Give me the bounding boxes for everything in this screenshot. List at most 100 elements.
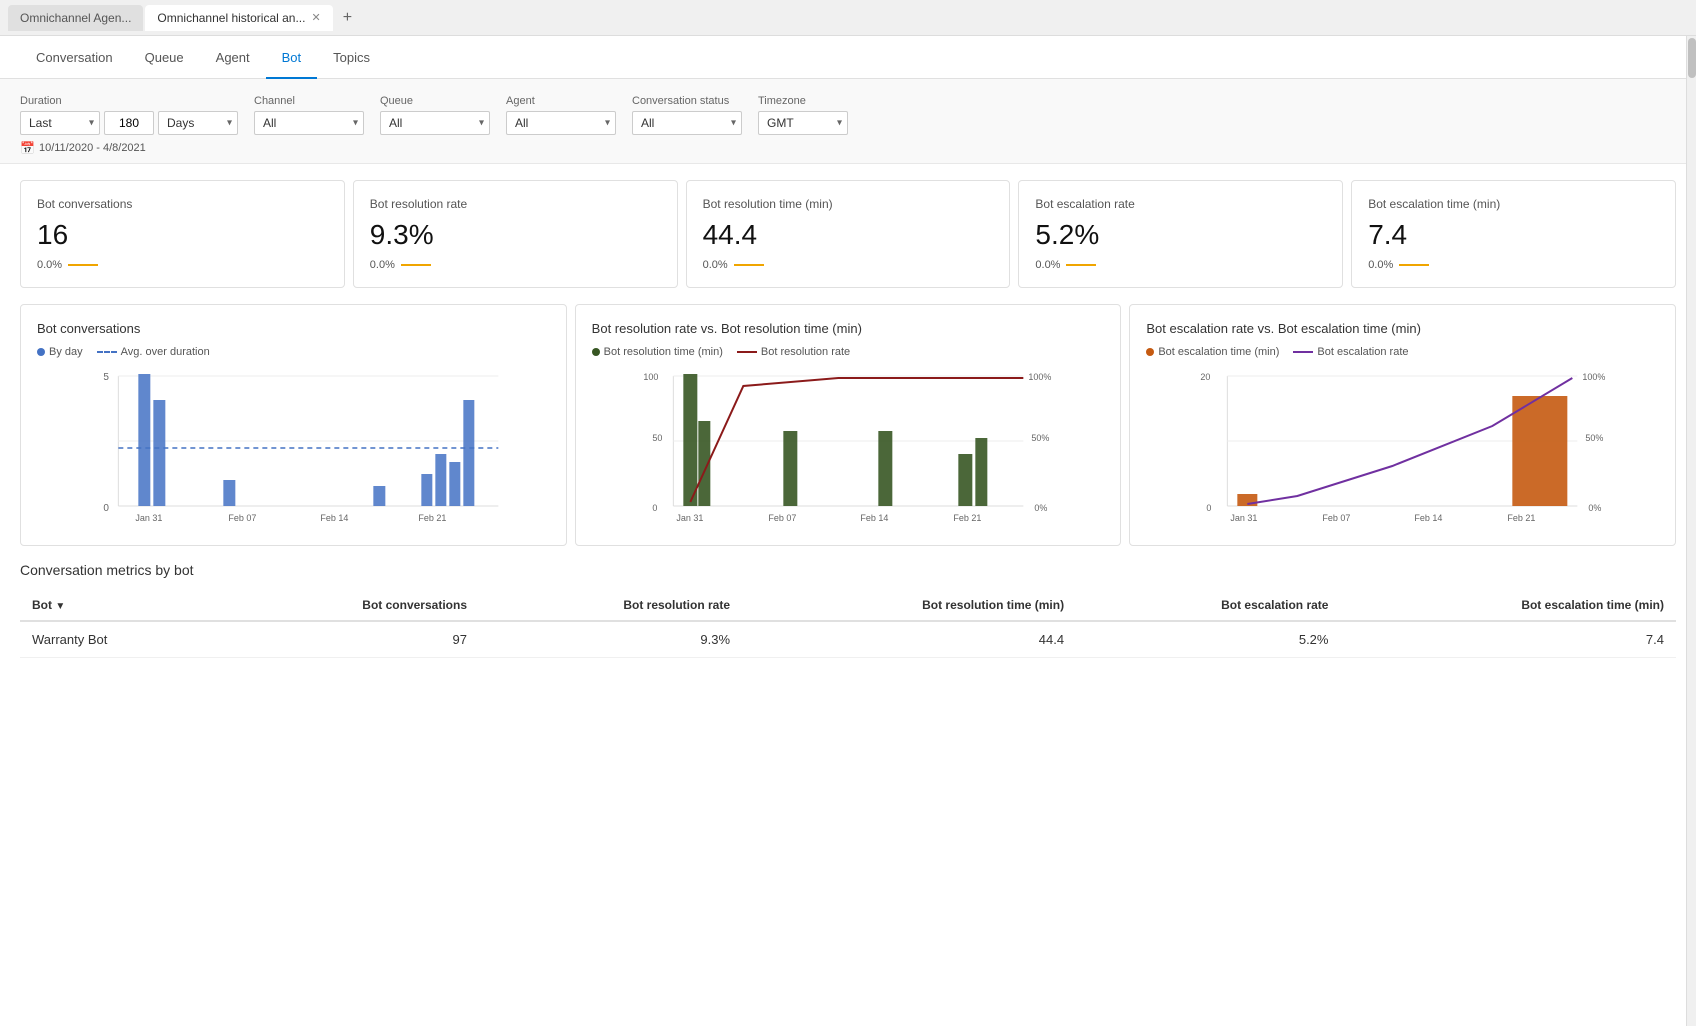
kpi-bot-resolution-time-value: 44.4: [703, 219, 994, 251]
kpi-bot-resolution-time-title: Bot resolution time (min): [703, 197, 994, 211]
table-header: Bot ▼ Bot conversations Bot resolution r…: [20, 590, 1676, 621]
kpi-bot-escalation-time-footer: 0.0%: [1368, 259, 1659, 271]
svg-text:Jan 31: Jan 31: [135, 513, 162, 523]
kpi-bot-escalation-time-value: 7.4: [1368, 219, 1659, 251]
new-tab-button[interactable]: +: [335, 9, 360, 27]
scrollbar-track[interactable]: [1686, 36, 1696, 1026]
conversation-status-select[interactable]: All: [632, 111, 742, 135]
main-content: Conversation Queue Agent Bot Topics Dura…: [0, 36, 1696, 1026]
svg-text:Feb 07: Feb 07: [1323, 513, 1351, 523]
svg-text:Feb 21: Feb 21: [418, 513, 446, 523]
filter-agent-label: Agent: [506, 95, 616, 107]
tab-2[interactable]: Omnichannel historical an... ✕: [145, 5, 332, 31]
scrollbar-thumb[interactable]: [1688, 38, 1696, 78]
filter-channel-label: Channel: [254, 95, 364, 107]
kpi-trend-line-2: [401, 264, 431, 266]
kpi-bot-resolution-rate-value: 9.3%: [370, 219, 661, 251]
legend-resolution-time-dot: Bot resolution time (min): [592, 346, 723, 358]
table-title: Conversation metrics by bot: [20, 562, 1676, 578]
duration-unit-select[interactable]: Days: [158, 111, 238, 135]
filter-queue-label: Queue: [380, 95, 490, 107]
svg-text:Feb 07: Feb 07: [768, 513, 796, 523]
legend-escalation-time-dot: Bot escalation time (min): [1146, 346, 1279, 358]
col-header-escalation-rate: Bot escalation rate: [1076, 590, 1340, 621]
tab-bot[interactable]: Bot: [266, 36, 318, 79]
col-header-resolution-time: Bot resolution time (min): [742, 590, 1076, 621]
kpi-bot-conversations-title: Bot conversations: [37, 197, 328, 211]
legend-escalation-time-color: [1146, 348, 1154, 356]
chart-escalation-rate-time-title: Bot escalation rate vs. Bot escalation t…: [1146, 321, 1659, 336]
queue-wrapper: All: [380, 111, 490, 135]
kpi-bot-resolution-time-trend: 0.0%: [703, 259, 728, 271]
sort-icon-bot[interactable]: ▼: [55, 601, 65, 612]
svg-text:0%: 0%: [1034, 503, 1047, 513]
duration-amount-input[interactable]: [104, 111, 154, 135]
chart-resolution-rate-time-legend: Bot resolution time (min) Bot resolution…: [592, 346, 1105, 358]
filter-agent: Agent All: [506, 95, 616, 135]
svg-text:Feb 21: Feb 21: [1508, 513, 1536, 523]
cell-bot-resolution-rate: 9.3%: [479, 621, 742, 658]
duration-prefix-select[interactable]: Last: [20, 111, 100, 135]
tab-topics[interactable]: Topics: [317, 36, 386, 79]
chart-resolution-rate-time: Bot resolution rate vs. Bot resolution t…: [575, 304, 1122, 546]
col-header-bot: Bot ▼: [20, 590, 220, 621]
chart-bot-conversations-svg: 5 0: [37, 366, 550, 526]
cell-bot-escalation-time: 7.4: [1340, 621, 1676, 658]
svg-text:100%: 100%: [1583, 372, 1606, 382]
filter-duration-label: Duration: [20, 95, 238, 107]
filter-queue: Queue All: [380, 95, 490, 135]
svg-text:Jan 31: Jan 31: [1231, 513, 1258, 523]
svg-text:100: 100: [643, 372, 658, 382]
conversation-status-wrapper: All: [632, 111, 742, 135]
kpi-bot-escalation-rate-footer: 0.0%: [1035, 259, 1326, 271]
tab-conversation[interactable]: Conversation: [20, 36, 129, 79]
svg-text:0: 0: [1207, 503, 1212, 513]
chart-bot-conversations: Bot conversations By day Avg. over durat…: [20, 304, 567, 546]
chart-escalation-rate-time: Bot escalation rate vs. Bot escalation t…: [1129, 304, 1676, 546]
svg-text:0: 0: [103, 503, 109, 514]
svg-text:0%: 0%: [1589, 503, 1602, 513]
metrics-table: Bot ▼ Bot conversations Bot resolution r…: [20, 590, 1676, 658]
tab-1[interactable]: Omnichannel Agen...: [8, 5, 143, 31]
filter-duration-controls: Last Days: [20, 111, 238, 135]
cell-bot-name: Warranty Bot: [20, 621, 220, 658]
kpi-bot-conversations-footer: 0.0%: [37, 259, 328, 271]
tab-agent[interactable]: Agent: [200, 36, 266, 79]
kpi-trend-line-3: [734, 264, 764, 266]
table-row: Warranty Bot 97 9.3% 44.4 5.2% 7.4: [20, 621, 1676, 658]
chart-escalation-rate-time-legend: Bot escalation time (min) Bot escalation…: [1146, 346, 1659, 358]
legend-resolution-time-color: [592, 348, 600, 356]
kpi-bot-resolution-time: Bot resolution time (min) 44.4 0.0%: [686, 180, 1011, 288]
queue-select[interactable]: All: [380, 111, 490, 135]
tab-2-close[interactable]: ✕: [311, 11, 320, 24]
col-header-escalation-time: Bot escalation time (min): [1340, 590, 1676, 621]
date-range-text: 10/11/2020 - 4/8/2021: [39, 142, 146, 154]
legend-avg: Avg. over duration: [97, 346, 210, 358]
svg-text:100%: 100%: [1028, 372, 1051, 382]
legend-resolution-rate-line: Bot resolution rate: [737, 346, 850, 358]
svg-text:20: 20: [1201, 372, 1211, 382]
chart-escalation-svg: 20 0 100% 50% 0% Jan 31 Feb 07 Feb 14: [1146, 366, 1659, 526]
col-bot-label: Bot: [32, 598, 52, 612]
kpi-bot-escalation-rate: Bot escalation rate 5.2% 0.0%: [1018, 180, 1343, 288]
kpi-bot-escalation-time-title: Bot escalation time (min): [1368, 197, 1659, 211]
legend-escalation-rate-line: Bot escalation rate: [1293, 346, 1408, 358]
date-range: 📅 10/11/2020 - 4/8/2021: [20, 141, 1676, 155]
legend-avg-label: Avg. over duration: [121, 346, 210, 358]
channel-wrapper: All: [254, 111, 364, 135]
svg-text:50%: 50%: [1586, 433, 1604, 443]
svg-text:Feb 07: Feb 07: [228, 513, 256, 523]
duration-unit-wrapper: Days: [158, 111, 238, 135]
svg-text:0: 0: [652, 503, 657, 513]
channel-select[interactable]: All: [254, 111, 364, 135]
agent-select[interactable]: All: [506, 111, 616, 135]
tab-2-label: Omnichannel historical an...: [157, 11, 305, 25]
kpi-bot-conversations: Bot conversations 16 0.0%: [20, 180, 345, 288]
tab-queue[interactable]: Queue: [129, 36, 200, 79]
timezone-select[interactable]: GMT: [758, 111, 848, 135]
legend-avg-dash: [97, 351, 117, 353]
svg-text:50%: 50%: [1031, 433, 1049, 443]
svg-text:5: 5: [103, 372, 109, 383]
kpi-bot-conversations-trend: 0.0%: [37, 259, 62, 271]
kpi-bot-resolution-rate-trend: 0.0%: [370, 259, 395, 271]
